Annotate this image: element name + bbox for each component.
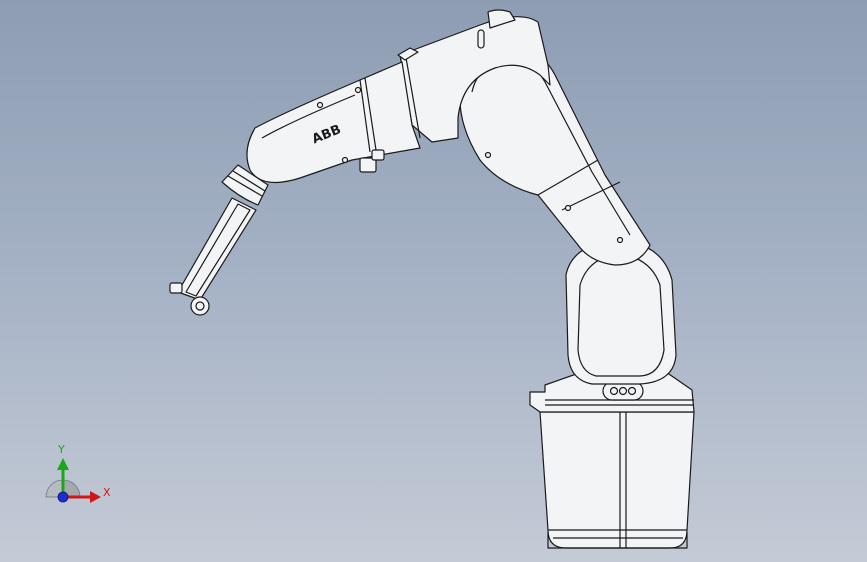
robot-model-view[interactable]: ABB — [0, 0, 867, 562]
axis-x-label: X — [103, 486, 111, 499]
base-connector-plate — [602, 381, 644, 401]
robot-upper-arm[interactable] — [459, 47, 651, 266]
robot-forearm[interactable] — [246, 61, 421, 184]
axis-y-label: Y — [58, 443, 65, 456]
cad-viewport[interactable]: ABB Y X — [0, 0, 867, 562]
axis-triad[interactable] — [45, 458, 101, 503]
robot-gripper[interactable] — [169, 197, 257, 316]
